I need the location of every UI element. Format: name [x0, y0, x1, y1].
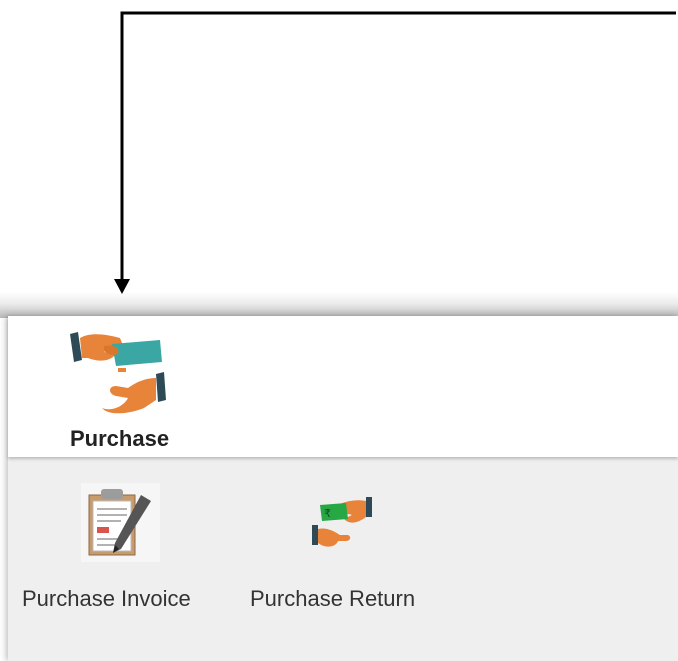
- purchase-module-header[interactable]: Purchase: [8, 316, 678, 457]
- purchase-return-button[interactable]: ₹ Purchase Return: [240, 476, 452, 616]
- svg-text:₹: ₹: [324, 507, 331, 520]
- callout-line: [120, 11, 676, 280]
- invoice-pen-icon: [81, 483, 160, 562]
- screenshot-stage: Purchase Purchase Invoice ₹ Purchase Ret…: [0, 0, 678, 661]
- panel-top-shadow: [0, 292, 678, 318]
- purchase-invoice-button[interactable]: Purchase Invoice: [8, 476, 233, 616]
- hand-exchange-money-icon: [70, 332, 166, 414]
- callout-arrow: [114, 11, 676, 294]
- purchase-invoice-label: Purchase Invoice: [22, 586, 191, 611]
- module-label: Purchase: [70, 426, 170, 451]
- purchase-return-label: Purchase Return: [250, 586, 416, 611]
- purchase-panel: Purchase Purchase Invoice ₹ Purchase Ret…: [8, 316, 678, 661]
- money-return-hands-icon: ₹: [312, 497, 372, 547]
